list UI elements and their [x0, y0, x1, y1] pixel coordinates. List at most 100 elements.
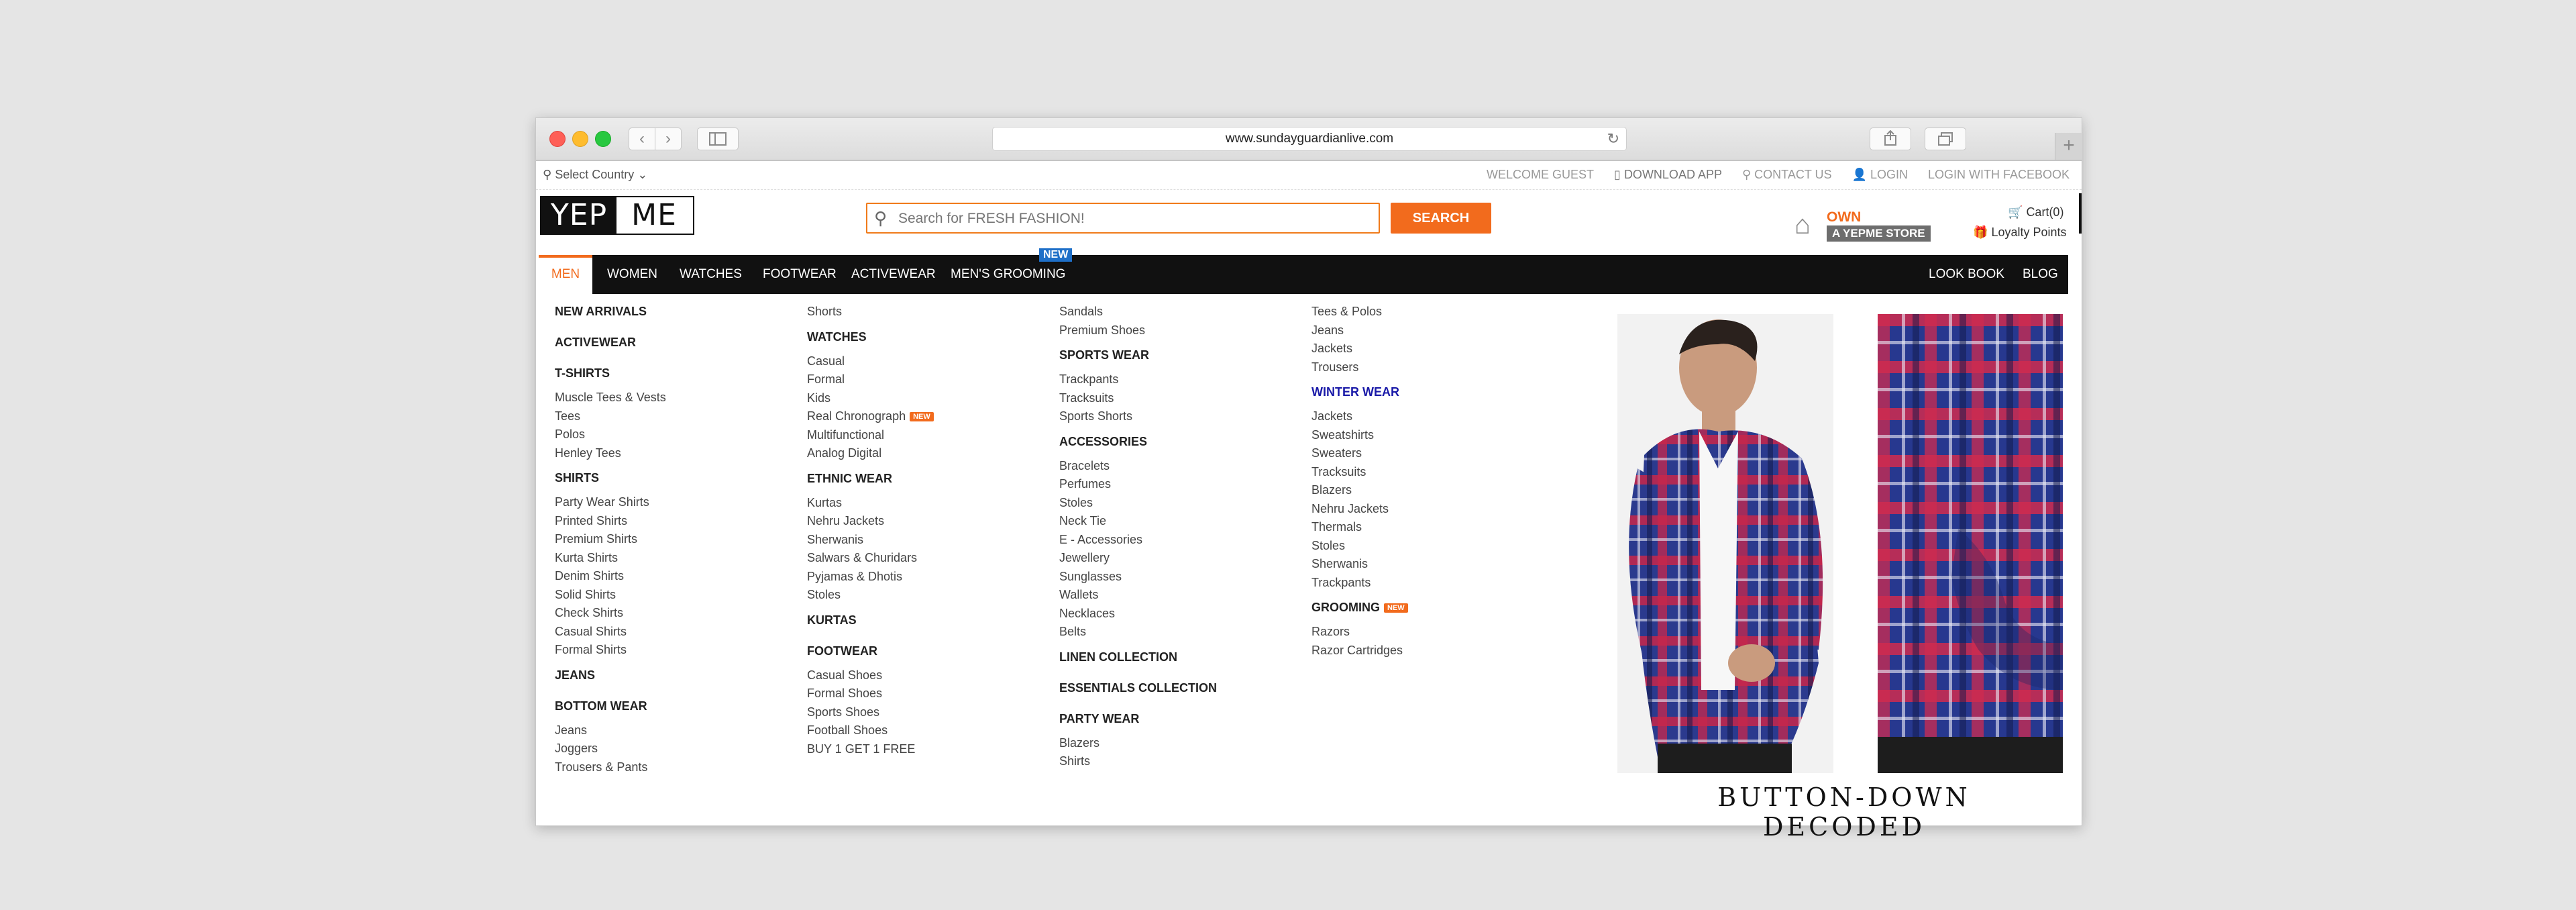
menu-item-kurtas[interactable]: Kurtas [807, 496, 842, 510]
forward-button[interactable]: › [655, 128, 682, 150]
menu-item-sherwanis[interactable]: Sherwanis [1311, 557, 1368, 571]
menu-item-premium-shoes[interactable]: Premium Shoes [1059, 323, 1145, 338]
menu-heading-activewear[interactable]: ACTIVEWEAR [555, 336, 636, 350]
menu-item-sherwanis[interactable]: Sherwanis [807, 533, 863, 547]
menu-item-casual[interactable]: Casual [807, 354, 845, 368]
menu-item-blazers[interactable]: Blazers [1311, 483, 1352, 497]
menu-item-sweatshirts[interactable]: Sweatshirts [1311, 428, 1374, 442]
share-button[interactable] [1870, 128, 1911, 150]
menu-heading-winter-wear[interactable]: WINTER WEAR [1311, 385, 1399, 399]
menu-item-sandals[interactable]: Sandals [1059, 305, 1103, 319]
nav-activewear[interactable]: ACTIVEWEAR [851, 255, 936, 294]
new-tab-button[interactable]: + [2055, 133, 2082, 160]
login-link[interactable]: 👤 LOGIN [1852, 168, 1908, 182]
menu-item-football-shoes[interactable]: Football Shoes [807, 723, 888, 738]
menu-item-pyjamas-dhotis[interactable]: Pyjamas & Dhotis [807, 570, 902, 584]
menu-heading-essentials-collection[interactable]: ESSENTIALS COLLECTION [1059, 681, 1217, 695]
nav-look-book[interactable]: LOOK BOOK [1929, 255, 2004, 294]
login-facebook-link[interactable]: LOGIN WITH FACEBOOK [1928, 168, 2070, 182]
menu-item-jackets[interactable]: Jackets [1311, 409, 1352, 423]
menu-item-stoles[interactable]: Stoles [807, 588, 841, 602]
nav-men[interactable]: MEN [539, 255, 592, 294]
menu-item-salwars-churidars[interactable]: Salwars & Churidars [807, 551, 917, 565]
menu-item-printed-shirts[interactable]: Printed Shirts [555, 514, 627, 528]
menu-item-analog-digital[interactable]: Analog Digital [807, 446, 881, 460]
menu-item-nehru-jackets[interactable]: Nehru Jackets [1311, 502, 1389, 516]
nav-women[interactable]: WOMEN [607, 255, 657, 294]
menu-item-e-accessories[interactable]: E - Accessories [1059, 533, 1142, 547]
menu-item-nehru-jackets[interactable]: Nehru Jackets [807, 514, 884, 528]
promo-image-sleeve[interactable] [1878, 314, 2063, 773]
menu-heading-accessories[interactable]: ACCESSORIES [1059, 435, 1147, 449]
menu-heading-shirts[interactable]: SHIRTS [555, 471, 599, 485]
close-window-button[interactable] [549, 131, 566, 147]
menu-item-tracksuits[interactable]: Tracksuits [1311, 465, 1366, 479]
menu-item-stoles[interactable]: Stoles [1059, 496, 1093, 510]
show-tabs-button[interactable] [1925, 128, 1966, 150]
cart-link[interactable]: 🛒 Cart(0) [2008, 205, 2063, 219]
menu-item-denim-shirts[interactable]: Denim Shirts [555, 569, 624, 583]
menu-item-jeans[interactable]: Jeans [1311, 323, 1344, 338]
menu-item-check-shirts[interactable]: Check Shirts [555, 606, 623, 620]
menu-item-necklaces[interactable]: Necklaces [1059, 607, 1115, 621]
menu-item-sunglasses[interactable]: Sunglasses [1059, 570, 1122, 584]
menu-item-wallets[interactable]: Wallets [1059, 588, 1098, 602]
minimize-window-button[interactable] [572, 131, 588, 147]
menu-item-thermals[interactable]: Thermals [1311, 520, 1362, 534]
download-app-link[interactable]: ▯ DOWNLOAD APP [1614, 168, 1722, 182]
menu-item-shirts[interactable]: Shirts [1059, 754, 1090, 768]
menu-item-stoles[interactable]: Stoles [1311, 539, 1345, 553]
yepme-logo[interactable]: YEP ME [540, 196, 694, 235]
country-selector[interactable]: ⚲ Select Country ⌄ [543, 168, 647, 182]
contact-us-link[interactable]: ⚲ CONTACT US [1742, 168, 1832, 182]
own-store-label[interactable]: OWN [1827, 209, 1861, 225]
nav-footwear[interactable]: FOOTWEAR [763, 255, 837, 294]
menu-heading-new-arrivals[interactable]: NEW ARRIVALS [555, 305, 647, 319]
menu-item-belts[interactable]: Belts [1059, 625, 1086, 639]
menu-item-solid-shirts[interactable]: Solid Shirts [555, 588, 616, 602]
menu-item-formal-shoes[interactable]: Formal Shoes [807, 687, 882, 701]
menu-item-razors[interactable]: Razors [1311, 625, 1350, 639]
menu-item-trackpants[interactable]: Trackpants [1311, 576, 1371, 590]
yepme-store-badge[interactable]: A YEPME STORE [1827, 225, 1931, 242]
menu-item-tees[interactable]: Tees [555, 409, 580, 423]
menu-item-trousers-pants[interactable]: Trousers & Pants [555, 760, 647, 774]
menu-item-joggers[interactable]: Joggers [555, 742, 598, 756]
menu-item-jeans[interactable]: Jeans [555, 723, 587, 738]
nav-blog[interactable]: BLOG [2023, 255, 2058, 294]
menu-item-henley-tees[interactable]: Henley Tees [555, 446, 621, 460]
menu-heading-bottom-wear[interactable]: BOTTOM WEAR [555, 699, 647, 713]
menu-item-trousers[interactable]: Trousers [1311, 360, 1358, 374]
nav-watches[interactable]: WATCHES [680, 255, 742, 294]
menu-heading-kurtas[interactable]: KURTAS [807, 613, 857, 627]
menu-item-perfumes[interactable]: Perfumes [1059, 477, 1111, 491]
menu-item-shorts[interactable]: Shorts [807, 305, 842, 319]
menu-item-buy-1-get-1-free[interactable]: BUY 1 GET 1 FREE [807, 742, 915, 756]
menu-item-bracelets[interactable]: Bracelets [1059, 459, 1110, 473]
menu-item-party-wear-shirts[interactable]: Party Wear Shirts [555, 495, 649, 509]
menu-heading-linen-collection[interactable]: LINEN COLLECTION [1059, 650, 1177, 664]
sidebar-button[interactable] [697, 128, 739, 150]
menu-heading-watches[interactable]: WATCHES [807, 330, 867, 344]
menu-item-jewellery[interactable]: Jewellery [1059, 551, 1110, 565]
menu-item-razor-cartridges[interactable]: Razor Cartridges [1311, 644, 1403, 658]
menu-item-blazers[interactable]: Blazers [1059, 736, 1099, 750]
zoom-window-button[interactable] [595, 131, 611, 147]
loyalty-points-link[interactable]: 🎁 Loyalty Points [1973, 225, 2067, 240]
menu-item-muscle-tees-vests[interactable]: Muscle Tees & Vests [555, 391, 666, 405]
menu-item-formal-shirts[interactable]: Formal Shirts [555, 643, 627, 657]
menu-item-real-chronograph[interactable]: Real Chronograph NEW [807, 409, 934, 423]
menu-item-tees-polos[interactable]: Tees & Polos [1311, 305, 1382, 319]
menu-item-tracksuits[interactable]: Tracksuits [1059, 391, 1114, 405]
menu-item-casual-shirts[interactable]: Casual Shirts [555, 625, 627, 639]
menu-heading-grooming[interactable]: GROOMING NEW [1311, 601, 1408, 615]
menu-item-jackets[interactable]: Jackets [1311, 342, 1352, 356]
menu-item-sports-shorts[interactable]: Sports Shorts [1059, 409, 1132, 423]
reload-icon[interactable]: ↻ [1607, 128, 1619, 150]
menu-item-premium-shirts[interactable]: Premium Shirts [555, 532, 637, 546]
menu-item-formal[interactable]: Formal [807, 372, 845, 387]
menu-heading-footwear[interactable]: FOOTWEAR [807, 644, 877, 658]
menu-heading-party-wear[interactable]: PARTY WEAR [1059, 712, 1139, 726]
menu-heading-sports-wear[interactable]: SPORTS WEAR [1059, 348, 1149, 362]
menu-item-kurta-shirts[interactable]: Kurta Shirts [555, 551, 618, 565]
